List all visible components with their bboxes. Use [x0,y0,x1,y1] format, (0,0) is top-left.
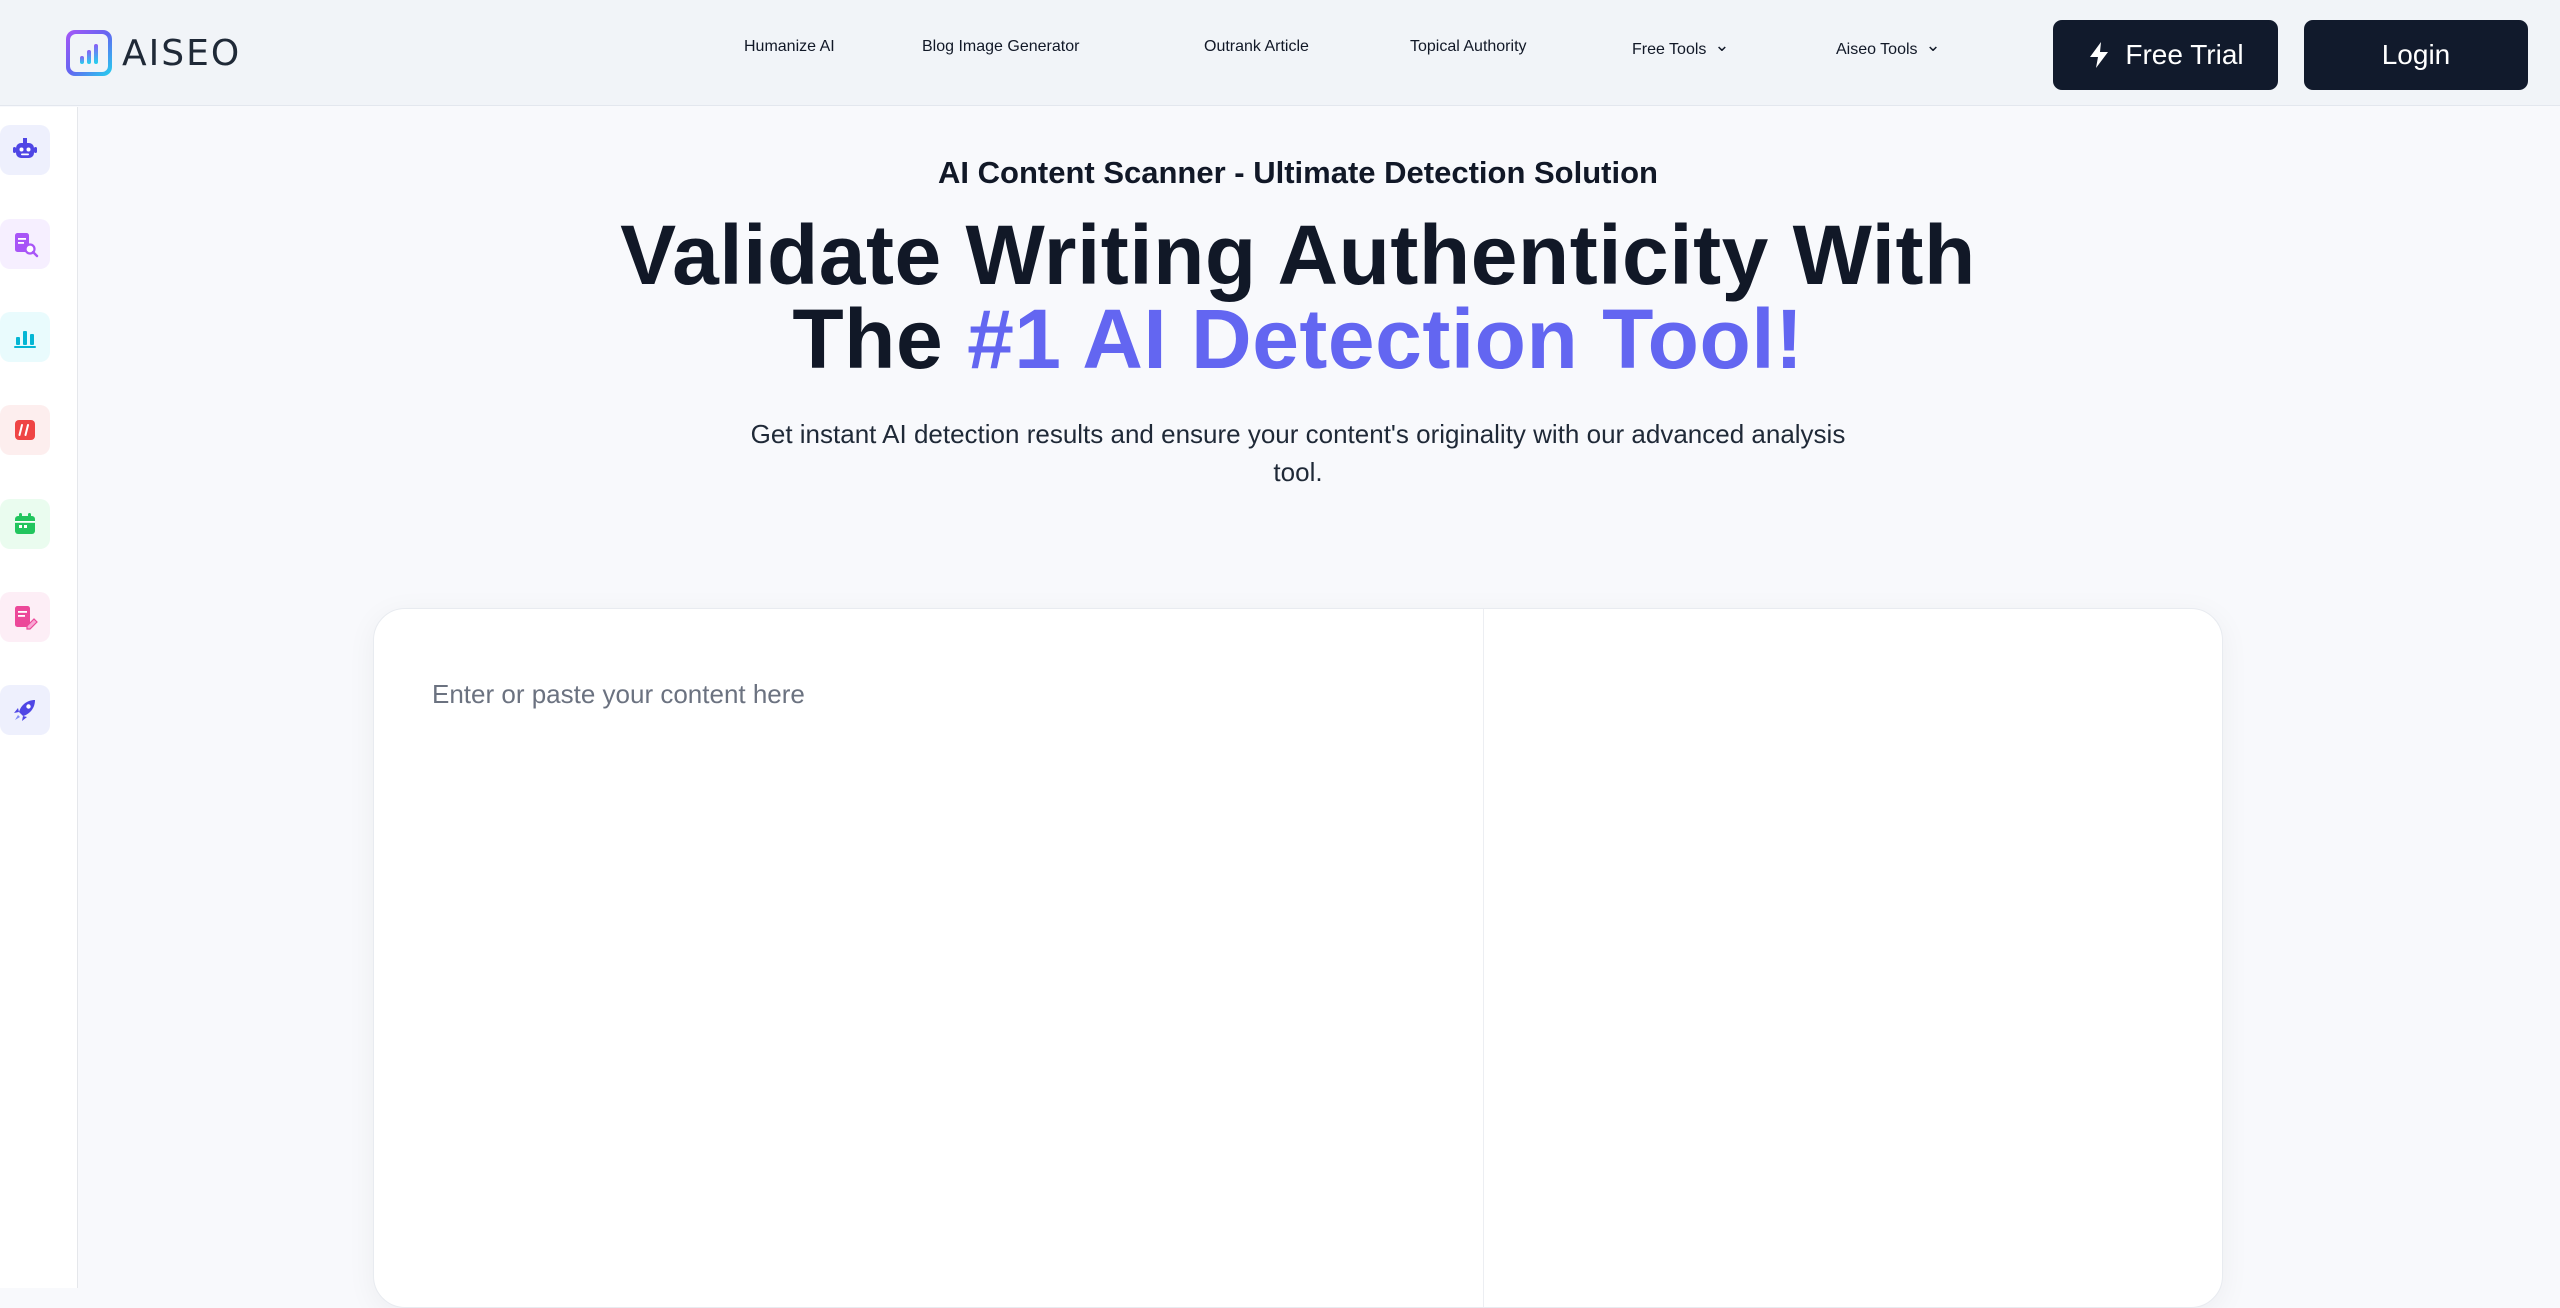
free-trial-button[interactable]: Free Trial [2053,20,2278,90]
nav-humanize-ai[interactable]: Humanize AI [744,38,835,56]
document-edit-icon [15,606,38,630]
login-label: Login [2381,39,2451,70]
sidebar-item-launch[interactable] [0,685,50,735]
nav-outrank-article[interactable]: Outrank Article [1204,38,1309,56]
nav-free-tools-dropdown[interactable]: Free Tools ⌄ [1632,35,1730,59]
brand-name: AISEO [122,32,242,74]
nav-free-tools-label: Free Tools [1632,41,1707,58]
hero-headline-accent: #1 AI Detection Tool! [967,292,1804,386]
chevron-down-icon: ⌄ [1714,35,1730,55]
input-pane [374,609,1484,1307]
code-slash-icon [15,420,35,440]
sidebar-item-plagiarism[interactable] [0,219,50,269]
results-pane [1485,609,2222,1307]
robot-icon [13,138,37,158]
document-search-icon [15,233,39,258]
content-input[interactable] [432,679,1432,1279]
hero-headline: Validate Writing Authenticity With The #… [78,213,2518,381]
chevron-down-icon: ⌄ [1925,35,1941,55]
nav-blog-image-generator[interactable]: Blog Image Generator [922,38,1079,56]
rocket-icon [14,700,35,721]
bar-chart-icon [14,331,36,348]
hero-headline-line2-prefix: The [792,292,968,386]
top-navbar: AISEO Humanize AI Blog Image Generator O… [0,0,2560,106]
hero-subtext: Get instant AI detection results and ens… [750,419,1846,487]
left-sidebar [0,107,78,1288]
sidebar-item-analytics[interactable] [0,312,50,362]
sidebar-item-content-editor[interactable] [0,592,50,642]
detector-panel [373,608,2223,1308]
sidebar-item-ai-detector[interactable] [0,125,50,175]
nav-aiseo-tools-dropdown[interactable]: Aiseo Tools ⌄ [1836,35,1941,59]
lightning-icon [2090,42,2109,68]
login-button[interactable]: Login [2304,20,2528,90]
calendar-icon [15,513,35,534]
sidebar-item-slug-tool[interactable] [0,405,50,455]
nav-topical-authority[interactable]: Topical Authority [1410,38,1527,56]
free-trial-label: Free Trial [2125,39,2244,70]
hero-eyebrow: AI Content Scanner - Ultimate Detection … [938,155,1658,190]
nav-aiseo-tools-label: Aiseo Tools [1836,41,1918,58]
aiseo-logo-icon [66,30,112,76]
brand-logo[interactable]: AISEO [66,30,241,76]
sidebar-item-calendar[interactable] [0,499,50,549]
hero-headline-line1: Validate Writing Authenticity With [620,208,1976,302]
